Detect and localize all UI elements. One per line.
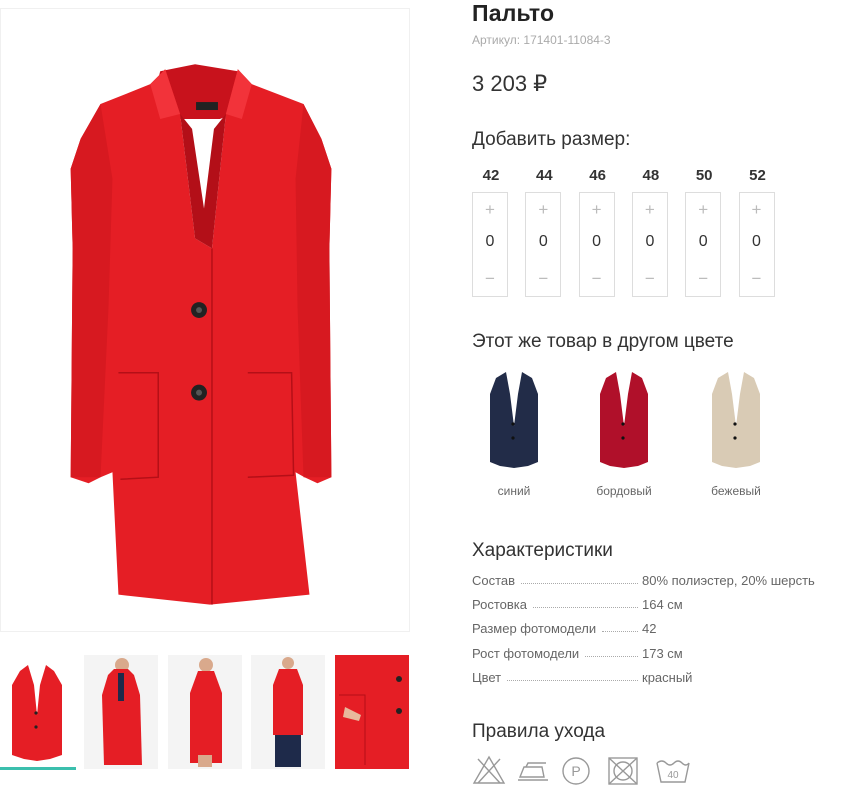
minus-button[interactable]: − (740, 268, 774, 290)
wash-temp-label: 40 (667, 770, 679, 781)
spec-row: Рост фотомодели 173 см (472, 645, 852, 670)
color-variant[interactable]: бежевый (694, 366, 778, 498)
spec-row: Ростовка 164 см (472, 597, 852, 621)
thumbnail-model-front[interactable] (84, 655, 158, 769)
no-tumble-dry-icon (608, 757, 638, 785)
care-heading: Правила ухода (472, 721, 606, 742)
no-bleach-icon (472, 755, 506, 784)
spec-dots (533, 607, 638, 609)
plus-button[interactable]: + (526, 199, 560, 221)
color-variant-image (600, 372, 648, 468)
thumbnail-pocket-detail[interactable] (335, 655, 409, 769)
size-column-46: 46 +0 − (578, 166, 617, 297)
specs-heading: Характеристики (472, 540, 613, 561)
quantity-stepper: +0 − (685, 192, 722, 297)
quantity-value[interactable]: 0 (580, 233, 614, 251)
active-thumbnail-indicator (0, 767, 76, 770)
spec-row: Размер фотомодели 42 (472, 621, 852, 645)
quantity-stepper: +0 − (578, 192, 615, 297)
plus-button[interactable]: + (740, 199, 774, 221)
wash-40-icon: 40 (656, 760, 690, 783)
quantity-value[interactable]: 0 (473, 233, 507, 251)
spec-key: Цвет (472, 669, 504, 685)
quantity-value[interactable]: 0 (740, 233, 774, 251)
size-column-52: 52 +0 − (738, 166, 777, 297)
minus-button[interactable]: − (526, 268, 560, 290)
spec-value: 164 см (640, 597, 683, 613)
sizes-heading: Добавить размер: (472, 129, 631, 150)
spec-dots (585, 655, 638, 657)
quantity-stepper: +0 − (525, 192, 562, 297)
spec-value: красный (640, 669, 693, 685)
spec-dots (602, 631, 638, 633)
plus-button[interactable]: + (686, 199, 720, 221)
minus-button[interactable]: − (580, 268, 614, 290)
color-variant-name: синий (497, 484, 531, 498)
color-variant-name: бордовый (596, 484, 652, 498)
size-label: 50 (695, 167, 713, 184)
minus-button[interactable]: − (473, 268, 507, 290)
spec-dots (521, 583, 638, 584)
color-variant[interactable]: синий (472, 366, 556, 498)
size-label: 42 (482, 167, 500, 184)
spec-value: 42 (640, 621, 657, 637)
thumbnail-model-full[interactable] (251, 655, 325, 769)
coat-illustration (70, 64, 332, 605)
color-variant-name: бежевый (711, 484, 761, 498)
spec-key: Состав (472, 573, 518, 588)
minus-button[interactable]: − (633, 268, 667, 290)
svg-text:P: P (571, 763, 580, 779)
spec-value: 173 см (640, 645, 683, 661)
iron-icon (518, 762, 548, 781)
color-variant[interactable]: бордовый (582, 366, 666, 498)
spec-row: Состав 80% полиэстер, 20% шерсть (472, 573, 852, 597)
spec-row: Цвет красный (472, 669, 852, 694)
thumbnail-model-side[interactable] (168, 655, 242, 769)
color-variant-image (712, 372, 760, 468)
spec-value: 80% полиэстер, 20% шерсть (640, 573, 815, 588)
size-column-44: 44 +0 − (525, 166, 563, 297)
spec-key: Размер фотомодели (472, 621, 599, 637)
size-column-50: 50 +0 − (685, 166, 723, 297)
size-label: 44 (535, 167, 553, 184)
other-colors-heading: Этот же товар в другом цвете (472, 331, 734, 352)
quantity-value[interactable]: 0 (633, 233, 667, 251)
size-column-42: 42 +0 − (472, 166, 510, 297)
specs-table: Состав 80% полиэстер, 20% шерсть Ростовка 1… (472, 573, 852, 694)
size-label: 52 (749, 167, 766, 184)
product-sku: Артикул: 171401-11084-3 (472, 33, 611, 47)
dry-clean-p-icon: P (562, 757, 590, 785)
quantity-stepper: +0 − (738, 192, 775, 297)
quantity-value[interactable]: 0 (686, 233, 720, 251)
thumbnail-front-flat[interactable] (0, 655, 74, 769)
thumbnail-gallery (0, 655, 412, 775)
product-title: Пальто (472, 0, 555, 26)
size-label: 46 (589, 167, 606, 184)
spec-dots (507, 679, 638, 681)
quantity-stepper: +0 − (631, 192, 668, 297)
size-label: 48 (642, 167, 660, 184)
main-product-image[interactable] (0, 8, 410, 632)
product-price: 3 203 ₽ (472, 71, 548, 96)
quantity-stepper: +0 − (472, 192, 508, 297)
color-variant-image (490, 372, 538, 468)
plus-button[interactable]: + (633, 199, 667, 221)
plus-button[interactable]: + (473, 199, 507, 221)
spec-key: Ростовка (472, 597, 529, 613)
size-column-48: 48 +0 − (631, 166, 670, 297)
quantity-value[interactable]: 0 (526, 233, 560, 251)
minus-button[interactable]: − (686, 268, 720, 290)
spec-key: Рост фотомодели (472, 645, 582, 661)
plus-button[interactable]: + (580, 199, 614, 221)
